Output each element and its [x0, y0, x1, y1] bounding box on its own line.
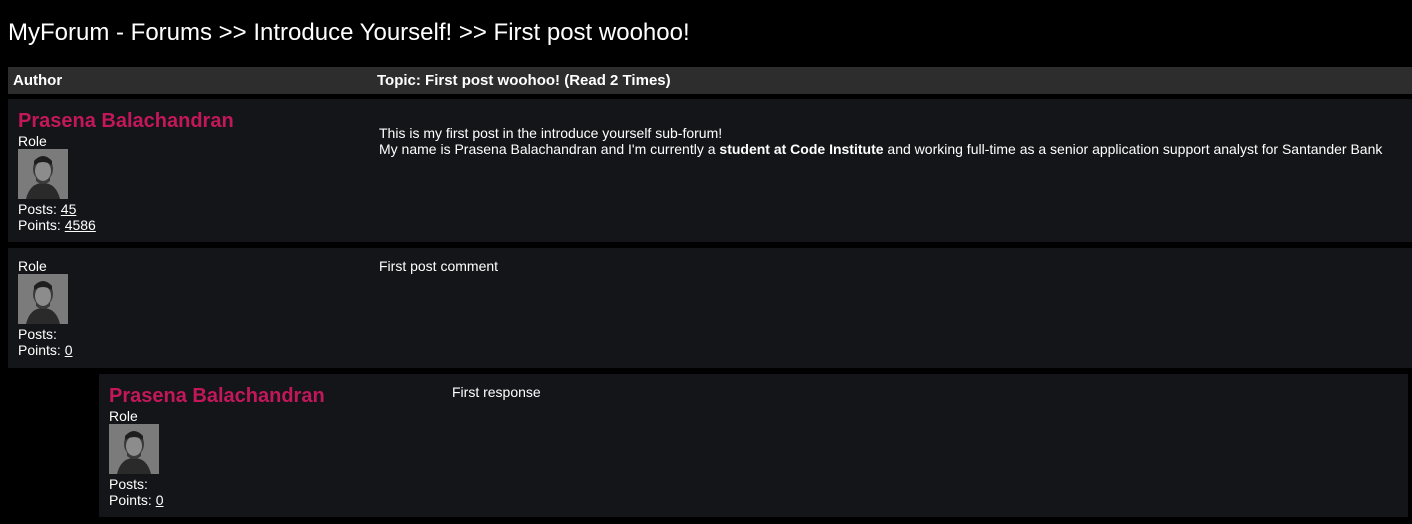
- post-author-panel: Prasena Balachandran Role Posts: Points:…: [109, 384, 325, 508]
- post-body-line: First post comment: [379, 258, 499, 274]
- author-role: Role: [18, 258, 47, 274]
- points-link[interactable]: 0: [65, 342, 73, 358]
- post-body-bold: student at Code Institute: [719, 141, 884, 157]
- post-body-line: My name is Prasena Balachandran and I'm …: [379, 141, 1383, 157]
- author-name-link[interactable]: Prasena Balachandran: [18, 109, 234, 133]
- avatar-photo-icon: [109, 424, 159, 474]
- author-posts-count: Posts:: [109, 476, 148, 492]
- author-points: Points: 0: [18, 342, 73, 358]
- author-posts-count: Posts: 45: [18, 201, 77, 217]
- author-points: Points: 0: [109, 492, 164, 508]
- points-link[interactable]: 4586: [65, 217, 96, 233]
- post-reply: Prasena Balachandran Role Posts: Points:…: [99, 374, 1408, 517]
- author-name-link[interactable]: Prasena Balachandran: [109, 384, 325, 408]
- table-header: Author Topic: First post woohoo! (Read 2…: [8, 67, 1412, 94]
- author-posts-count: Posts:: [18, 326, 57, 342]
- author-role: Role: [18, 133, 47, 149]
- author-role: Role: [109, 408, 138, 424]
- author-column-header: Author: [13, 72, 63, 89]
- avatar-photo-icon: [18, 274, 68, 324]
- post-body: This is my first post in the introduce y…: [379, 125, 1404, 157]
- posts-count-link[interactable]: 45: [61, 201, 77, 217]
- topic-column-header: Topic: First post woohoo! (Read 2 Times): [377, 72, 671, 89]
- post-comment: Role Posts: Points: 0 First post comment: [8, 248, 1412, 368]
- post-body: First response: [452, 384, 1392, 400]
- avatar-photo-icon: [18, 149, 68, 199]
- author-points: Points: 4586: [18, 217, 96, 233]
- post-author-panel: Prasena Balachandran Role Posts: 45 Poin…: [18, 109, 234, 233]
- post-author-panel: Role Posts: Points: 0: [18, 258, 73, 358]
- post-body-line: First response: [452, 384, 541, 400]
- post-body-line: This is my first post in the introduce y…: [379, 125, 723, 141]
- post-body: First post comment: [379, 258, 1404, 274]
- post-original: Prasena Balachandran Role Posts: 45 Poin…: [8, 99, 1412, 242]
- breadcrumb: MyForum - Forums >> Introduce Yourself! …: [8, 19, 690, 46]
- points-link[interactable]: 0: [156, 492, 164, 508]
